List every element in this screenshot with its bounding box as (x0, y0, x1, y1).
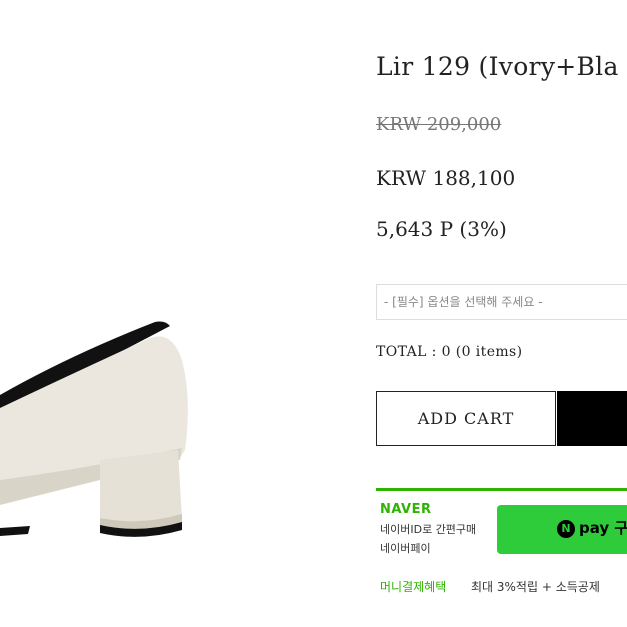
naver-logo: NAVER (380, 502, 432, 517)
buy-now-button[interactable] (557, 391, 627, 446)
npay-icon: N (557, 520, 575, 538)
product-title: Lir 129 (Ivory+Bla (376, 52, 619, 81)
reward-points: 5,643 P (3%) (376, 217, 507, 241)
original-price: KRW 209,000 (376, 114, 502, 135)
product-image (0, 321, 188, 537)
benefit-description: 최대 3%적립 + 소득공제 (471, 580, 600, 594)
sale-price: KRW 188,100 (376, 166, 516, 190)
naver-description-line2: 네이버페이 (380, 542, 431, 555)
option-select[interactable]: - [필수] 옵션을 선택해 주세요 - (376, 284, 627, 320)
money-benefit-label: 머니결제혜택 (380, 580, 447, 594)
npay-button-label: pay 구 (579, 519, 627, 537)
add-cart-button[interactable]: ADD CART (376, 391, 556, 446)
naver-description-line1: 네이버ID로 간편구매 (380, 523, 477, 536)
total-summary: TOTAL : 0 (0 items) (376, 344, 523, 360)
